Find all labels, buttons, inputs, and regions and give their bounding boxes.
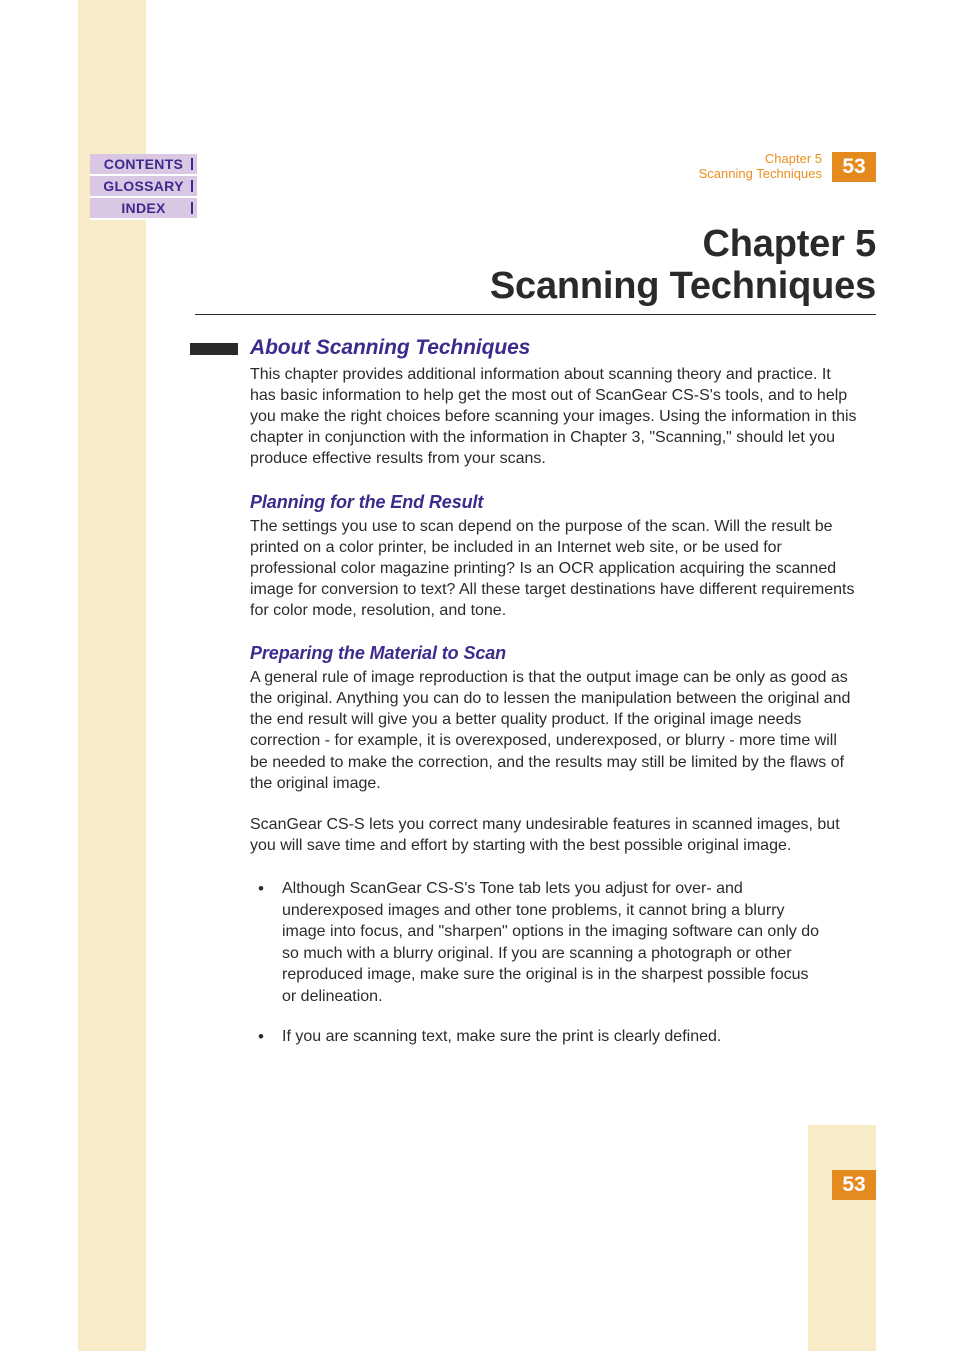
- chapter-title-line1: Chapter 5: [703, 223, 876, 265]
- section-heading-about: About Scanning Techniques: [250, 336, 859, 360]
- list-item: Although ScanGear CS-S's Tone tab lets y…: [250, 878, 859, 1008]
- subheading-preparing: Preparing the Material to Scan: [250, 643, 859, 664]
- body-preparing-2: ScanGear CS-S lets you correct many unde…: [250, 814, 859, 856]
- right-sidebar-strip: [808, 1125, 876, 1351]
- header-chapter-label: Chapter 5 Scanning Techniques: [699, 152, 822, 182]
- chapter-heading: Chapter 5 Scanning Techniques: [195, 224, 876, 315]
- body-preparing-1: A general rule of image reproduction is …: [250, 667, 859, 794]
- page-header-right: Chapter 5 Scanning Techniques 53: [699, 152, 876, 182]
- header-chapter-title: Scanning Techniques: [699, 167, 822, 182]
- nav-tab-glossary[interactable]: GLOSSARY: [90, 176, 197, 198]
- page-number-badge-bottom: 53: [832, 1170, 876, 1200]
- subheading-planning: Planning for the End Result: [250, 492, 859, 513]
- chapter-title: Chapter 5 Scanning Techniques: [195, 224, 876, 308]
- page-number-badge-top: 53: [832, 152, 876, 182]
- list-item: If you are scanning text, make sure the …: [250, 1026, 859, 1048]
- body-planning: The settings you use to scan depend on t…: [250, 516, 859, 622]
- nav-tabs: CONTENTS GLOSSARY INDEX: [90, 154, 197, 220]
- content-area: About Scanning Techniques This chapter p…: [250, 336, 859, 1065]
- nav-tab-index[interactable]: INDEX: [90, 198, 197, 220]
- nav-tab-contents[interactable]: CONTENTS: [90, 154, 197, 176]
- preparing-bullet-list: Although ScanGear CS-S's Tone tab lets y…: [250, 878, 859, 1047]
- body-about: This chapter provides additional informa…: [250, 364, 859, 470]
- chapter-title-line2: Scanning Techniques: [490, 265, 876, 307]
- header-chapter-number: Chapter 5: [699, 152, 822, 167]
